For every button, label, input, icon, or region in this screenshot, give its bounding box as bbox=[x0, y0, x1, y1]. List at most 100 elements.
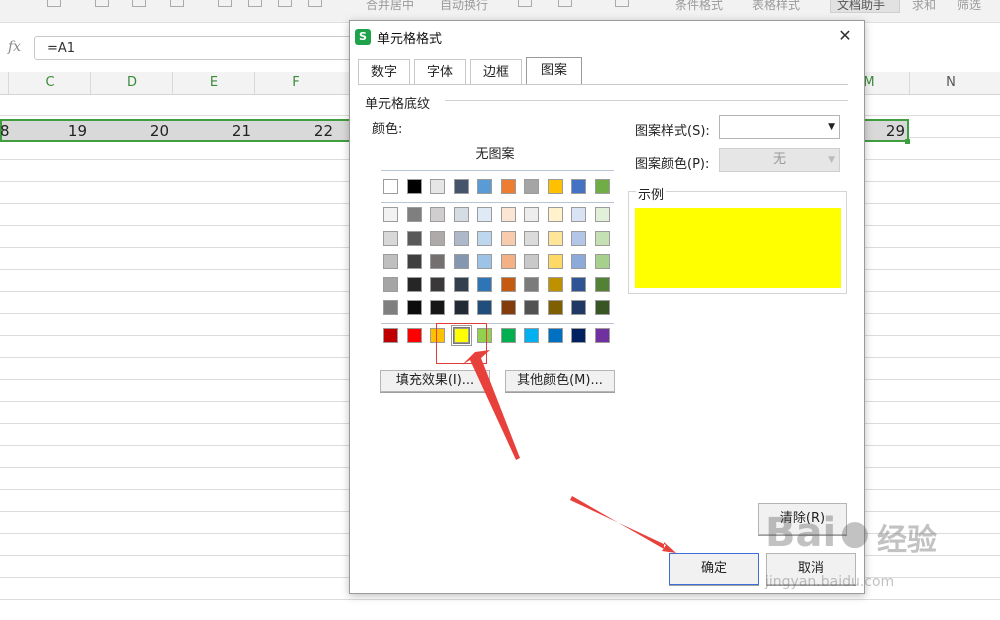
tint-color-swatch[interactable] bbox=[406, 300, 422, 315]
tint-color-swatch[interactable] bbox=[524, 277, 539, 292]
align-icon[interactable] bbox=[278, 0, 292, 7]
tint-color-swatch[interactable] bbox=[594, 254, 610, 269]
tint-color-swatch[interactable] bbox=[453, 300, 469, 315]
tint-color-swatch[interactable] bbox=[594, 277, 610, 292]
tint-color-swatch[interactable] bbox=[500, 254, 516, 269]
standard-color-swatch[interactable] bbox=[383, 328, 398, 343]
tint-color-swatch[interactable] bbox=[477, 231, 492, 246]
tint-color-swatch[interactable] bbox=[500, 300, 516, 315]
column-header-c[interactable]: C bbox=[8, 72, 91, 94]
fill-handle[interactable] bbox=[905, 139, 910, 144]
more-colors-button[interactable]: 其他颜色(M)... bbox=[505, 370, 615, 392]
tint-color-swatch[interactable] bbox=[594, 207, 610, 222]
standard-color-swatch[interactable] bbox=[547, 328, 563, 343]
align-icon[interactable] bbox=[248, 0, 262, 7]
cell-value[interactable]: 19 bbox=[20, 122, 87, 140]
tint-color-swatch[interactable] bbox=[430, 207, 445, 222]
tint-color-swatch[interactable] bbox=[453, 231, 469, 246]
tint-color-swatch[interactable] bbox=[547, 300, 563, 315]
standard-color-swatch[interactable] bbox=[524, 328, 539, 343]
tint-color-swatch[interactable] bbox=[571, 207, 586, 222]
theme-color-swatch[interactable] bbox=[477, 179, 492, 194]
tint-color-swatch[interactable] bbox=[571, 231, 586, 246]
theme-color-swatch[interactable] bbox=[524, 179, 539, 194]
tint-color-swatch[interactable] bbox=[430, 300, 445, 315]
no-pattern-option[interactable]: 无图案 bbox=[370, 143, 620, 162]
tint-color-swatch[interactable] bbox=[453, 207, 469, 222]
theme-color-swatch[interactable] bbox=[430, 179, 445, 194]
tab-number[interactable]: 数字 bbox=[358, 59, 410, 84]
tint-color-swatch[interactable] bbox=[430, 231, 445, 246]
column-header-f[interactable]: F bbox=[254, 72, 337, 94]
tint-color-swatch[interactable] bbox=[430, 254, 445, 269]
tint-color-swatch[interactable] bbox=[477, 207, 492, 222]
tint-color-swatch[interactable] bbox=[406, 277, 422, 292]
theme-color-swatch[interactable] bbox=[594, 179, 610, 194]
cell-value[interactable]: 8 bbox=[0, 122, 10, 140]
tint-color-swatch[interactable] bbox=[594, 300, 610, 315]
tint-color-swatch[interactable] bbox=[430, 277, 445, 292]
sum-button[interactable]: 求和 bbox=[912, 0, 942, 12]
tint-color-swatch[interactable] bbox=[406, 254, 422, 269]
tint-color-swatch[interactable] bbox=[477, 300, 492, 315]
standard-color-swatch[interactable] bbox=[406, 328, 422, 343]
standard-color-swatch[interactable] bbox=[594, 328, 610, 343]
tint-color-swatch[interactable] bbox=[500, 207, 516, 222]
tint-color-swatch[interactable] bbox=[453, 277, 469, 292]
tint-color-swatch[interactable] bbox=[406, 207, 422, 222]
tint-color-swatch[interactable] bbox=[383, 277, 398, 292]
tint-color-swatch[interactable] bbox=[547, 231, 563, 246]
merge-center-button[interactable]: 合并居中 bbox=[366, 0, 426, 12]
tint-color-swatch[interactable] bbox=[383, 300, 398, 315]
tint-color-swatch[interactable] bbox=[571, 300, 586, 315]
align-icon[interactable] bbox=[308, 0, 322, 7]
fx-icon[interactable]: fx bbox=[8, 39, 21, 55]
wrap-text-button[interactable]: 自动换行 bbox=[440, 0, 500, 12]
pattern-color-select[interactable]: 无 ▼ bbox=[719, 148, 840, 172]
tint-color-swatch[interactable] bbox=[500, 277, 516, 292]
column-header-n[interactable]: N bbox=[909, 72, 992, 94]
tint-color-swatch[interactable] bbox=[383, 231, 398, 246]
tab-border[interactable]: 边框 bbox=[470, 59, 522, 84]
standard-color-swatch[interactable] bbox=[500, 328, 516, 343]
theme-color-swatch[interactable] bbox=[547, 179, 563, 194]
pattern-style-select[interactable]: ▼ bbox=[719, 115, 840, 139]
tint-color-swatch[interactable] bbox=[524, 300, 539, 315]
ribbon-icon[interactable] bbox=[132, 0, 146, 7]
tint-color-swatch[interactable] bbox=[547, 277, 563, 292]
tab-pattern[interactable]: 图案 bbox=[526, 57, 582, 84]
tint-color-swatch[interactable] bbox=[500, 231, 516, 246]
align-icon[interactable] bbox=[218, 0, 232, 7]
standard-color-swatch[interactable] bbox=[571, 328, 586, 343]
ok-button[interactable]: 确定 bbox=[669, 553, 759, 585]
conditional-format-button[interactable]: 条件格式 bbox=[675, 0, 737, 12]
cell-value[interactable]: 22 bbox=[266, 122, 333, 140]
theme-color-swatch[interactable] bbox=[453, 179, 469, 194]
ribbon-icon[interactable] bbox=[170, 0, 184, 7]
percent-icon[interactable] bbox=[558, 0, 572, 7]
table-style-button[interactable]: 表格样式 bbox=[752, 0, 812, 12]
tint-color-swatch[interactable] bbox=[524, 207, 539, 222]
column-header-e[interactable]: E bbox=[172, 72, 255, 94]
document-assistant-button[interactable]: 文档助手 bbox=[830, 0, 900, 13]
tint-color-swatch[interactable] bbox=[547, 254, 563, 269]
currency-icon[interactable] bbox=[518, 0, 532, 7]
theme-color-swatch[interactable] bbox=[383, 179, 398, 194]
formula-input[interactable]: =A1 bbox=[34, 36, 364, 60]
tint-color-swatch[interactable] bbox=[453, 254, 469, 269]
ribbon-icon[interactable] bbox=[47, 0, 61, 7]
fill-effects-button[interactable]: 填充效果(I)... bbox=[380, 370, 490, 392]
close-icon[interactable]: ✕ bbox=[834, 25, 856, 47]
tint-color-swatch[interactable] bbox=[594, 231, 610, 246]
column-header-d[interactable]: D bbox=[90, 72, 173, 94]
cell-value[interactable]: 21 bbox=[184, 122, 251, 140]
decimal-icon[interactable] bbox=[615, 0, 629, 7]
tint-color-swatch[interactable] bbox=[524, 231, 539, 246]
tint-color-swatch[interactable] bbox=[547, 207, 563, 222]
tint-color-swatch[interactable] bbox=[571, 254, 586, 269]
tint-color-swatch[interactable] bbox=[383, 254, 398, 269]
theme-color-swatch[interactable] bbox=[500, 179, 516, 194]
tint-color-swatch[interactable] bbox=[524, 254, 539, 269]
cell-value[interactable]: 20 bbox=[102, 122, 169, 140]
theme-color-swatch[interactable] bbox=[406, 179, 422, 194]
